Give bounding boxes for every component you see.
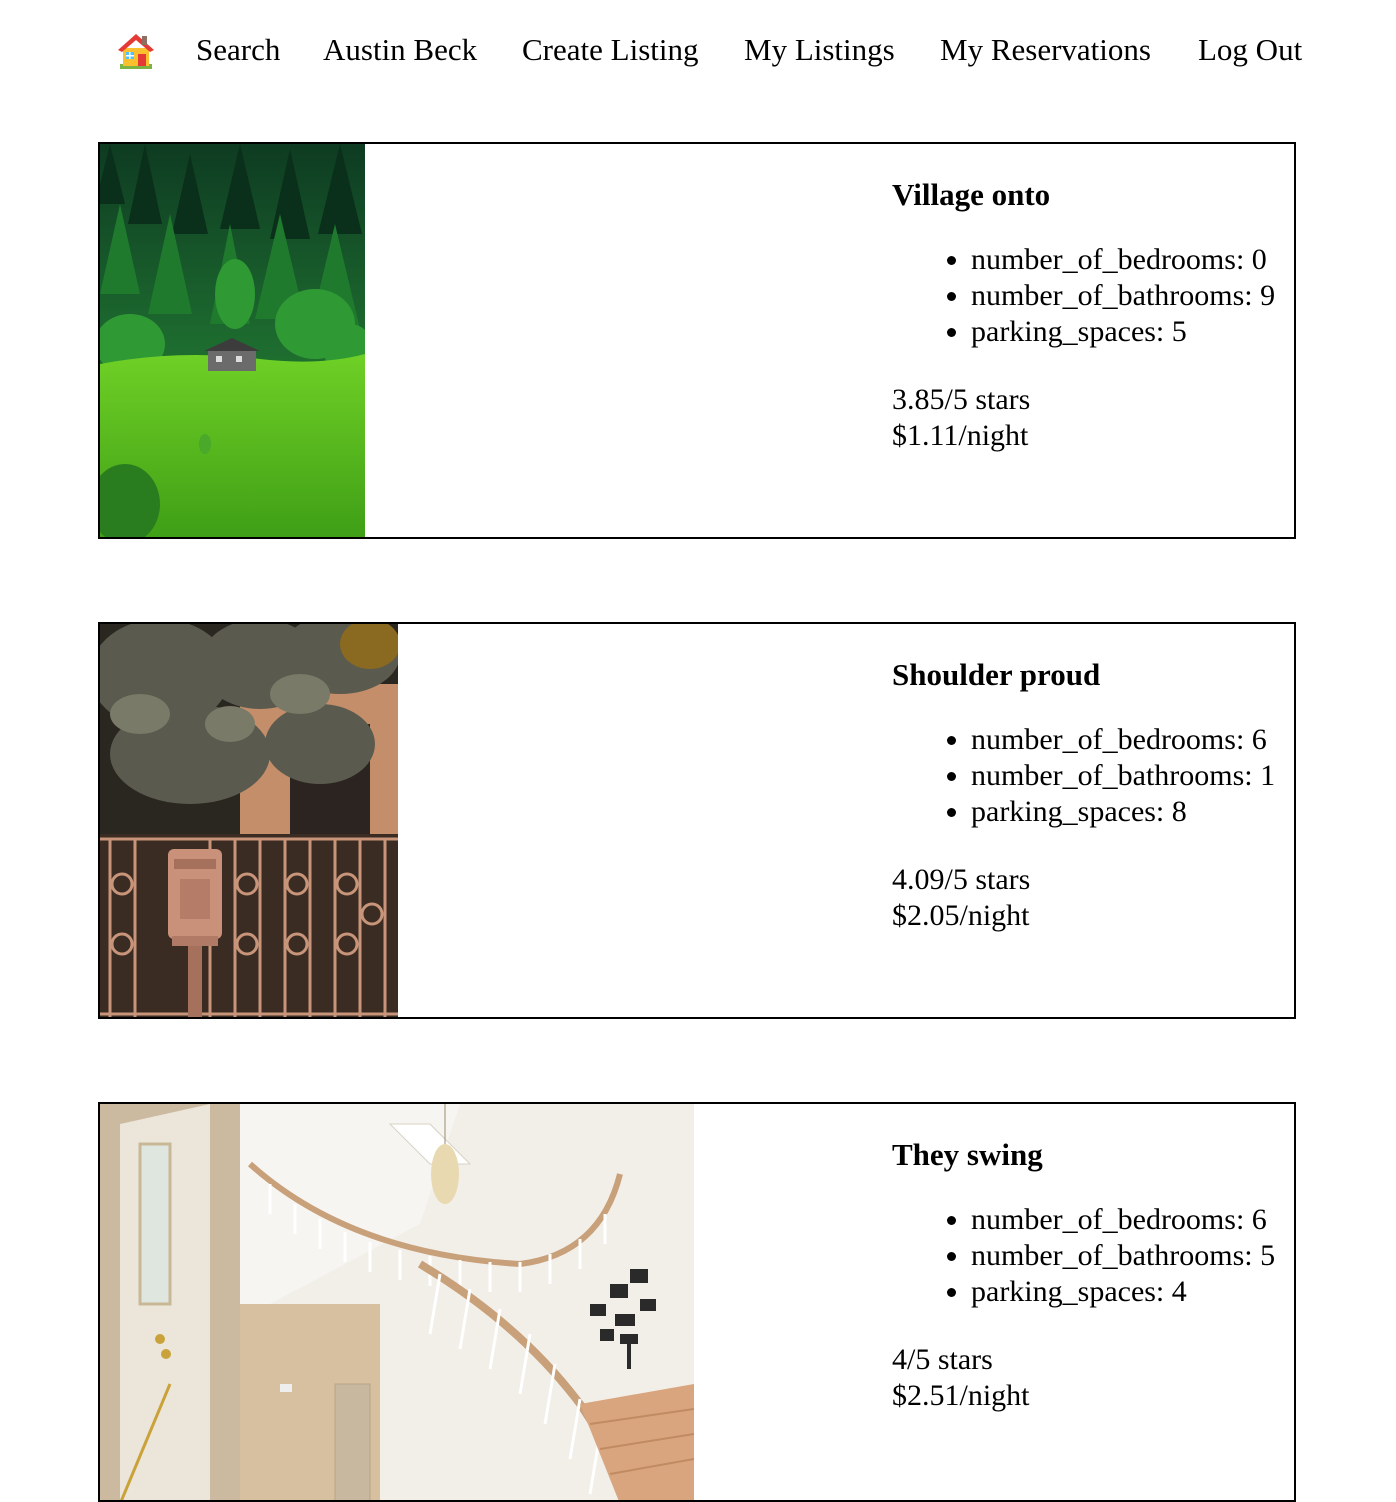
listing-title: They swing — [892, 1137, 1043, 1172]
listing-attribute: number_of_bedrooms: 6 — [971, 1202, 1294, 1238]
top-nav: Search Austin Beck Create Listing My Lis… — [0, 0, 1396, 100]
listing-attributes: number_of_bedrooms: 6 number_of_bathroom… — [892, 1202, 1294, 1310]
listing-attribute: number_of_bathrooms: 5 — [971, 1238, 1294, 1274]
listing-rating: 3.85/5 stars — [892, 383, 1031, 416]
nav-user-link[interactable]: Austin Beck — [323, 30, 477, 70]
listing-attributes: number_of_bedrooms: 6 number_of_bathroom… — [892, 722, 1294, 830]
listing-info: Shoulder proud number_of_bedrooms: 6 num… — [892, 654, 1294, 934]
listing-attribute: number_of_bedrooms: 0 — [971, 242, 1294, 278]
listing-info: Village onto number_of_bedrooms: 0 numbe… — [892, 174, 1294, 454]
listing-title: Shoulder proud — [892, 657, 1101, 692]
listing-title: Village onto — [892, 177, 1051, 212]
listing-photo[interactable] — [100, 624, 398, 1017]
listing-attribute: number_of_bathrooms: 9 — [971, 278, 1294, 314]
listing-info: They swing number_of_bedrooms: 6 number_… — [892, 1134, 1294, 1414]
house-icon[interactable] — [114, 30, 158, 72]
listing-attribute: number_of_bathrooms: 1 — [971, 758, 1294, 794]
listing-rating: 4/5 stars — [892, 1343, 993, 1376]
listing-price: $1.11/night — [892, 419, 1029, 452]
nav-my-reservations-link[interactable]: My Reservations — [940, 30, 1151, 70]
listing-photo[interactable] — [100, 1104, 694, 1500]
listing-price: $2.05/night — [892, 899, 1030, 932]
listing-attribute: parking_spaces: 8 — [971, 794, 1294, 830]
listing-attribute: parking_spaces: 5 — [971, 314, 1294, 350]
listing-card[interactable]: They swing number_of_bedrooms: 6 number_… — [98, 1102, 1296, 1502]
nav-my-listings-link[interactable]: My Listings — [744, 30, 895, 70]
nav-search-link[interactable]: Search — [196, 30, 280, 70]
listing-attribute: parking_spaces: 4 — [971, 1274, 1294, 1310]
listing-card[interactable]: Shoulder proud number_of_bedrooms: 6 num… — [98, 622, 1296, 1019]
listing-price: $2.51/night — [892, 1379, 1030, 1412]
listing-photo[interactable] — [100, 144, 365, 537]
listing-attribute: number_of_bedrooms: 6 — [971, 722, 1294, 758]
listing-attributes: number_of_bedrooms: 0 number_of_bathroom… — [892, 242, 1294, 350]
listing-card[interactable]: Village onto number_of_bedrooms: 0 numbe… — [98, 142, 1296, 539]
nav-log-out-link[interactable]: Log Out — [1198, 30, 1302, 70]
nav-create-listing-link[interactable]: Create Listing — [522, 30, 698, 70]
listing-rating: 4.09/5 stars — [892, 863, 1031, 896]
